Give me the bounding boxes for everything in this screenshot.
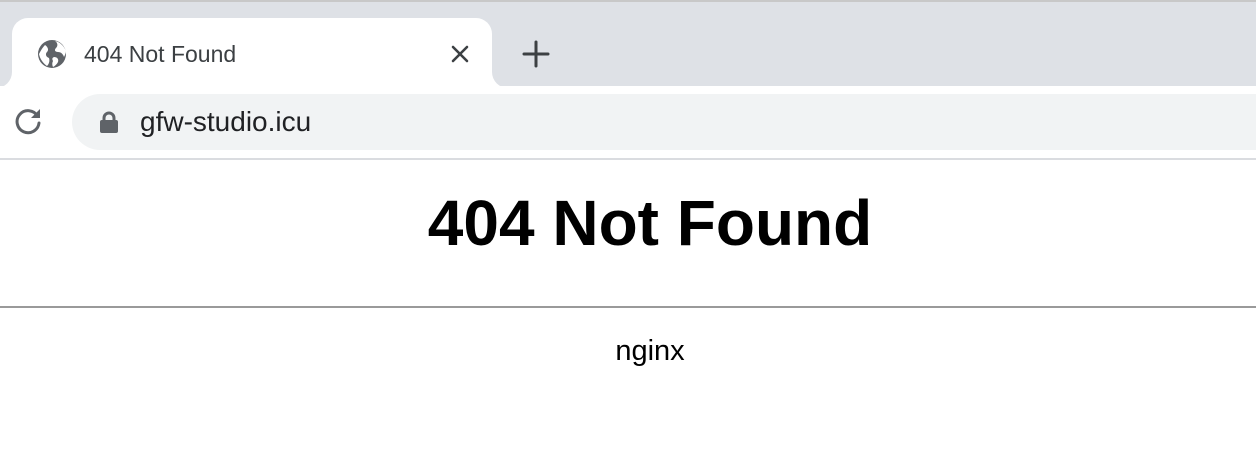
tab-strip: 404 Not Found xyxy=(0,0,1256,88)
page-title: 404 Not Found xyxy=(427,187,873,259)
browser-window: 404 Not Found gfw-studio.icu 404 Not Fou… xyxy=(0,0,1256,458)
divider xyxy=(0,306,1256,308)
tab-active[interactable]: 404 Not Found xyxy=(12,18,492,88)
reload-icon[interactable] xyxy=(10,103,46,139)
plus-icon[interactable] xyxy=(518,36,554,72)
lock-icon[interactable] xyxy=(98,110,120,134)
tab-title: 404 Not Found xyxy=(84,41,237,67)
page-content: 404 Not Found nginx xyxy=(0,160,1256,458)
close-icon[interactable] xyxy=(446,40,474,68)
url-text[interactable]: gfw-studio.icu xyxy=(140,106,311,138)
toolbar: gfw-studio.icu xyxy=(0,86,1256,160)
globe-icon xyxy=(38,40,66,68)
address-bar[interactable]: gfw-studio.icu xyxy=(72,94,1256,150)
server-name: nginx xyxy=(615,335,685,367)
